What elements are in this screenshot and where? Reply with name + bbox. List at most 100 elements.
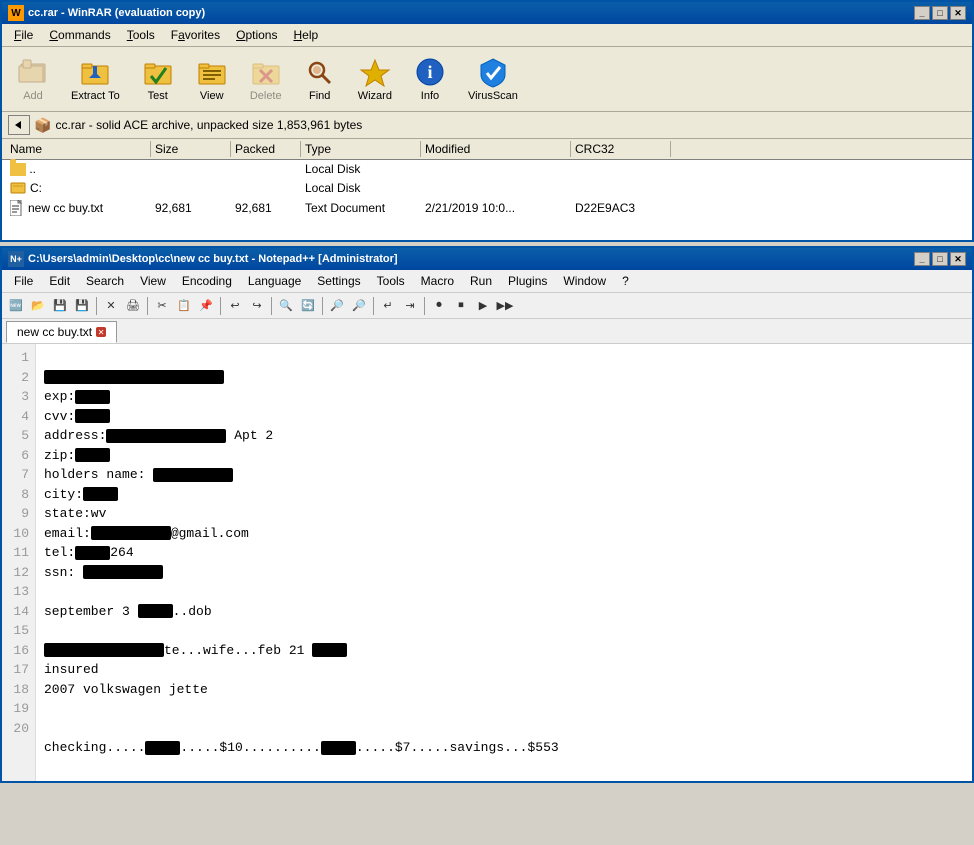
np-print-btn[interactable]: 🖨	[123, 296, 143, 316]
np-close-doc-btn[interactable]: ✕	[101, 296, 121, 316]
np-paste-btn[interactable]: 📌	[196, 296, 216, 316]
np-menu-window[interactable]: Window	[555, 272, 614, 290]
line3-prefix: cvv:	[44, 409, 75, 424]
np-macro-play-btn[interactable]: ▶	[473, 296, 493, 316]
view-icon	[196, 56, 228, 88]
toolbar-info[interactable]: i Info	[405, 51, 455, 107]
winrar-menu-bar: File Commands Tools Favorites Options He…	[2, 24, 972, 47]
line-numbers: 12345 678910 1112131415 1617181920	[2, 344, 36, 781]
np-cut-btn[interactable]: ✂	[152, 296, 172, 316]
toolbar-virusscan[interactable]: VirusScan	[459, 51, 527, 107]
np-menu-view[interactable]: View	[132, 272, 174, 290]
menu-commands[interactable]: Commands	[41, 26, 118, 44]
winrar-icon: W	[8, 5, 24, 21]
winrar-toolbar: Add Extract To Test	[2, 47, 972, 112]
menu-help[interactable]: Help	[285, 26, 326, 44]
table-row[interactable]: .. Local Disk	[2, 160, 972, 178]
close-button[interactable]: ✕	[950, 6, 966, 20]
toolbar-info-label: Info	[421, 90, 439, 102]
np-tab-active[interactable]: new cc buy.txt ✕	[6, 321, 117, 343]
file-name-cell: new cc buy.txt	[6, 199, 151, 217]
np-menu-plugins[interactable]: Plugins	[500, 272, 555, 290]
np-open-btn[interactable]: 📂	[28, 296, 48, 316]
title-bar-buttons: _ □ ✕	[914, 6, 966, 20]
np-close-button[interactable]: ✕	[950, 252, 966, 266]
np-indent-btn[interactable]: ⇥	[400, 296, 420, 316]
toolbar-find-label: Find	[309, 90, 330, 102]
txt-file-icon	[10, 200, 24, 216]
col-packed[interactable]: Packed	[231, 141, 301, 157]
np-menu-file[interactable]: File	[6, 272, 41, 290]
toolbar-add[interactable]: Add	[8, 51, 58, 107]
virusscan-icon	[477, 56, 509, 88]
toolbar-delete-label: Delete	[250, 90, 282, 102]
col-name[interactable]: Name	[6, 141, 151, 157]
np-menu-run[interactable]: Run	[462, 272, 500, 290]
menu-favorites[interactable]: Favorites	[163, 26, 228, 44]
np-menu-language[interactable]: Language	[240, 272, 309, 290]
np-save-all-btn[interactable]: 💾	[72, 296, 92, 316]
np-menu-encoding[interactable]: Encoding	[174, 272, 240, 290]
np-undo-btn[interactable]: ↩	[225, 296, 245, 316]
np-find-btn[interactable]: 🔍	[276, 296, 296, 316]
type-cell: Local Disk	[301, 179, 421, 197]
menu-file[interactable]: File	[6, 26, 41, 44]
np-menu-search[interactable]: Search	[78, 272, 132, 290]
np-macro-stop-btn[interactable]: ⏹	[451, 296, 471, 316]
col-size[interactable]: Size	[151, 141, 231, 157]
line9-prefix: email:	[44, 526, 91, 541]
menu-tools[interactable]: Tools	[119, 26, 163, 44]
np-new-btn[interactable]: 🆕	[6, 296, 26, 316]
maximize-button[interactable]: □	[932, 6, 948, 20]
menu-options[interactable]: Options	[228, 26, 285, 44]
np-macro-run-btn[interactable]: ▶▶	[495, 296, 515, 316]
np-macro-record-btn[interactable]: ⏺	[429, 296, 449, 316]
redacted-email	[91, 526, 171, 540]
toolbar-extract[interactable]: Extract To	[62, 51, 129, 107]
line4-prefix: address:	[44, 428, 106, 443]
extract-icon	[79, 56, 111, 88]
delete-icon	[250, 56, 282, 88]
np-maximize-button[interactable]: □	[932, 252, 948, 266]
np-save-btn[interactable]: 💾	[50, 296, 70, 316]
toolbar-view[interactable]: View	[187, 51, 237, 107]
file-name-cell: C:	[6, 179, 151, 197]
np-zoom-out-btn[interactable]: 🔎	[349, 296, 369, 316]
col-modified[interactable]: Modified	[421, 141, 571, 157]
toolbar-view-label: View	[200, 90, 224, 102]
back-button[interactable]	[8, 115, 30, 135]
wizard-icon	[359, 56, 391, 88]
np-menu-macro[interactable]: Macro	[413, 272, 462, 290]
table-row[interactable]: C: Local Disk	[2, 178, 972, 198]
table-row[interactable]: new cc buy.txt 92,681 92,681 Text Docume…	[2, 198, 972, 218]
notepad-editor[interactable]: 12345 678910 1112131415 1617181920 exp: …	[2, 344, 972, 781]
redacted-dob	[138, 604, 173, 618]
toolbar-delete[interactable]: Delete	[241, 51, 291, 107]
np-redo-btn[interactable]: ↪	[247, 296, 267, 316]
line5-prefix: zip:	[44, 448, 75, 463]
toolbar-find[interactable]: Find	[295, 51, 345, 107]
np-copy-btn[interactable]: 📋	[174, 296, 194, 316]
np-menu-settings[interactable]: Settings	[309, 272, 368, 290]
np-wordwrap-btn[interactable]: ↵	[378, 296, 398, 316]
size-cell: 92,681	[151, 199, 231, 217]
np-menu-edit[interactable]: Edit	[41, 272, 78, 290]
toolbar-test[interactable]: Test	[133, 51, 183, 107]
np-replace-btn[interactable]: 🔄	[298, 296, 318, 316]
col-type[interactable]: Type	[301, 141, 421, 157]
np-tab-close-btn[interactable]: ✕	[96, 327, 106, 337]
np-menu-help[interactable]: ?	[614, 272, 637, 290]
np-zoom-in-btn[interactable]: 🔎	[327, 296, 347, 316]
editor-content[interactable]: exp: cvv: address: Apt 2 zip: holders na…	[36, 344, 972, 781]
col-crc32[interactable]: CRC32	[571, 141, 671, 157]
redacted-checking1	[145, 741, 180, 755]
find-icon	[304, 56, 336, 88]
np-minimize-button[interactable]: _	[914, 252, 930, 266]
toolbar-wizard[interactable]: Wizard	[349, 51, 401, 107]
line16: insured	[44, 662, 99, 677]
line20-mid1: .....$10..........	[180, 740, 320, 755]
minimize-button[interactable]: _	[914, 6, 930, 20]
np-menu-tools[interactable]: Tools	[369, 272, 413, 290]
redacted-address	[106, 429, 226, 443]
redacted-city	[83, 487, 118, 501]
